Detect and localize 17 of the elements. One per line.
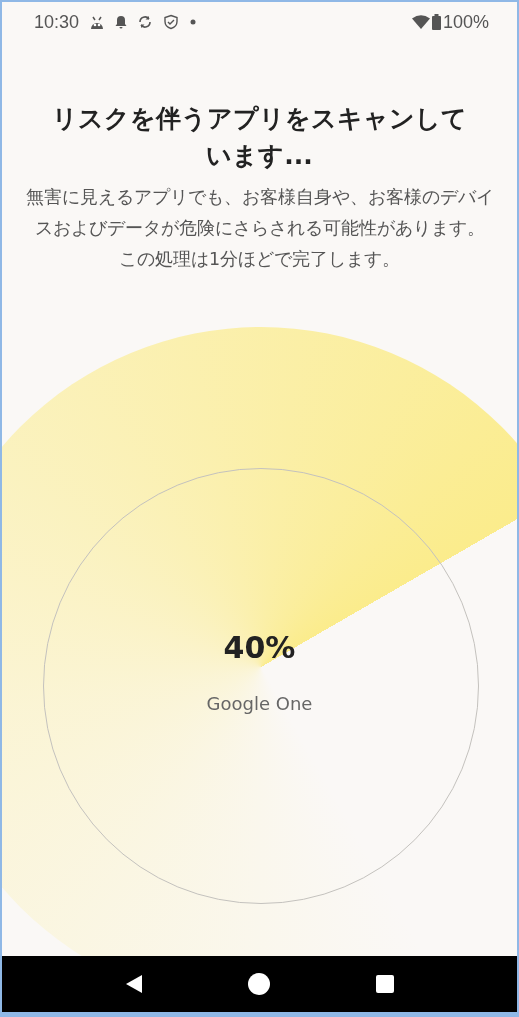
page-title: リスクを伴うアプリをスキャンしています...	[51, 103, 468, 172]
bell-icon	[115, 15, 128, 29]
wifi-icon	[411, 15, 430, 29]
back-button[interactable]	[124, 975, 143, 993]
home-button[interactable]	[248, 973, 271, 995]
shield-check-icon	[163, 14, 180, 30]
scan-percent: 40%	[223, 630, 296, 665]
recents-button[interactable]	[376, 975, 395, 993]
clock-time: 10:30	[34, 11, 80, 33]
scanned-app-name: Google One	[206, 693, 313, 714]
dot-icon	[190, 19, 197, 25]
description-text: この処理は1分ほどで完了します。	[117, 248, 402, 271]
battery-percent: 100%	[442, 11, 489, 33]
robot-icon	[90, 15, 105, 29]
battery-icon	[431, 14, 441, 30]
description-text: 無害に見えるアプリでも、お客様自身や、お客様のデバイスおよびデータが危険にさらされる可能性があります。	[24, 186, 495, 240]
sync-icon	[138, 15, 153, 29]
